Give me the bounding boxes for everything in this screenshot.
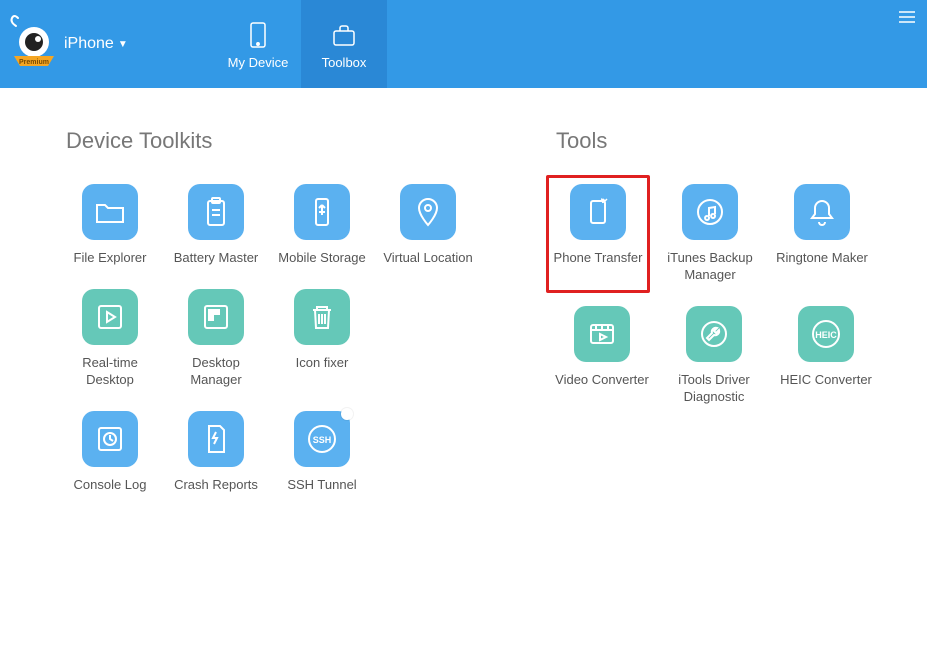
- crash-file-icon: [188, 411, 244, 467]
- wrench-circle-icon: [686, 306, 742, 362]
- svg-text:Premium: Premium: [19, 59, 49, 66]
- usb-phone-icon: [294, 184, 350, 240]
- device-toolkits-section: Device Toolkits File Explorer Battery Ma…: [60, 128, 510, 516]
- music-disc-icon: [682, 184, 738, 240]
- desktop-manager-button[interactable]: Desktop Manager: [166, 289, 266, 389]
- tool-label: Mobile Storage: [272, 250, 372, 267]
- nav-tabs: My Device Toolbox: [215, 0, 387, 88]
- briefcase-icon: [328, 19, 360, 51]
- tools-section: Tools Phone Transfer iTunes Backup Manag…: [550, 128, 890, 516]
- tablet-icon: [242, 19, 274, 51]
- crash-reports-button[interactable]: Crash Reports: [166, 411, 266, 494]
- tool-label: Video Converter: [550, 372, 654, 389]
- tab-label: My Device: [228, 55, 289, 70]
- file-explorer-button[interactable]: File Explorer: [60, 184, 160, 267]
- itools-driver-diagnostic-button[interactable]: iTools Driver Diagnostic: [662, 306, 766, 406]
- phone-transfer-button[interactable]: Phone Transfer: [546, 175, 650, 293]
- virtual-location-button[interactable]: Virtual Location: [378, 184, 478, 267]
- section-title: Device Toolkits: [66, 128, 510, 154]
- tool-label: iTunes Backup Manager: [658, 250, 762, 284]
- itunes-backup-manager-button[interactable]: iTunes Backup Manager: [658, 184, 762, 284]
- section-title: Tools: [556, 128, 890, 154]
- tab-my-device[interactable]: My Device: [215, 0, 301, 88]
- tab-toolbox[interactable]: Toolbox: [301, 0, 387, 88]
- menu-icon[interactable]: [899, 10, 915, 28]
- tool-label: Console Log: [60, 477, 160, 494]
- video-converter-button[interactable]: Video Converter: [550, 306, 654, 406]
- dropdown-caret-icon: ▼: [118, 39, 128, 50]
- bell-icon: [794, 184, 850, 240]
- tool-label: Crash Reports: [166, 477, 266, 494]
- ssh-icon: SSH: [294, 411, 350, 467]
- heic-converter-button[interactable]: HEIC HEIC Converter: [774, 306, 878, 406]
- tool-label: Virtual Location: [378, 250, 478, 267]
- mobile-storage-button[interactable]: Mobile Storage: [272, 184, 372, 267]
- tab-label: Toolbox: [322, 55, 367, 70]
- app-logo-icon: Premium: [8, 14, 60, 74]
- logo-area: Premium iPhone ▼: [0, 0, 215, 88]
- ringtone-maker-button[interactable]: Ringtone Maker: [770, 184, 874, 284]
- tool-label: File Explorer: [60, 250, 160, 267]
- film-play-icon: [574, 306, 630, 362]
- heic-icon: HEIC: [798, 306, 854, 362]
- tool-label: SSH Tunnel: [272, 477, 372, 494]
- trash-icon: [294, 289, 350, 345]
- tool-label: Battery Master: [166, 250, 266, 267]
- console-log-button[interactable]: Console Log: [60, 411, 160, 494]
- tool-label: Phone Transfer: [553, 250, 643, 267]
- toolkits-grid: File Explorer Battery Master Mobile Stor…: [60, 184, 510, 516]
- tool-label: Icon fixer: [272, 355, 372, 372]
- device-label: iPhone: [64, 35, 114, 53]
- grid-spacer: [378, 289, 478, 389]
- clipboard-icon: [188, 184, 244, 240]
- tool-label: Ringtone Maker: [770, 250, 874, 267]
- tools-grid: Phone Transfer iTunes Backup Manager Rin…: [550, 184, 890, 428]
- folder-icon: [82, 184, 138, 240]
- battery-master-button[interactable]: Battery Master: [166, 184, 266, 267]
- app-header: Premium iPhone ▼ My Device: [0, 0, 927, 88]
- device-dropdown[interactable]: iPhone ▼: [64, 35, 128, 53]
- play-square-icon: [82, 289, 138, 345]
- svg-text:SSH: SSH: [313, 435, 332, 445]
- location-pin-icon: [400, 184, 456, 240]
- apps-grid-icon: [188, 289, 244, 345]
- realtime-desktop-button[interactable]: Real-time Desktop: [60, 289, 160, 389]
- clock-square-icon: [82, 411, 138, 467]
- tool-label: Real-time Desktop: [60, 355, 160, 389]
- phone-transfer-icon: [570, 184, 626, 240]
- notification-dot-icon: [341, 408, 353, 420]
- main-content: Device Toolkits File Explorer Battery Ma…: [0, 88, 927, 556]
- tool-label: iTools Driver Diagnostic: [662, 372, 766, 406]
- tool-label: HEIC Converter: [774, 372, 878, 389]
- icon-fixer-button[interactable]: Icon fixer: [272, 289, 372, 389]
- svg-text:HEIC: HEIC: [815, 330, 837, 340]
- ssh-tunnel-button[interactable]: SSH SSH Tunnel: [272, 411, 372, 494]
- tool-label: Desktop Manager: [166, 355, 266, 389]
